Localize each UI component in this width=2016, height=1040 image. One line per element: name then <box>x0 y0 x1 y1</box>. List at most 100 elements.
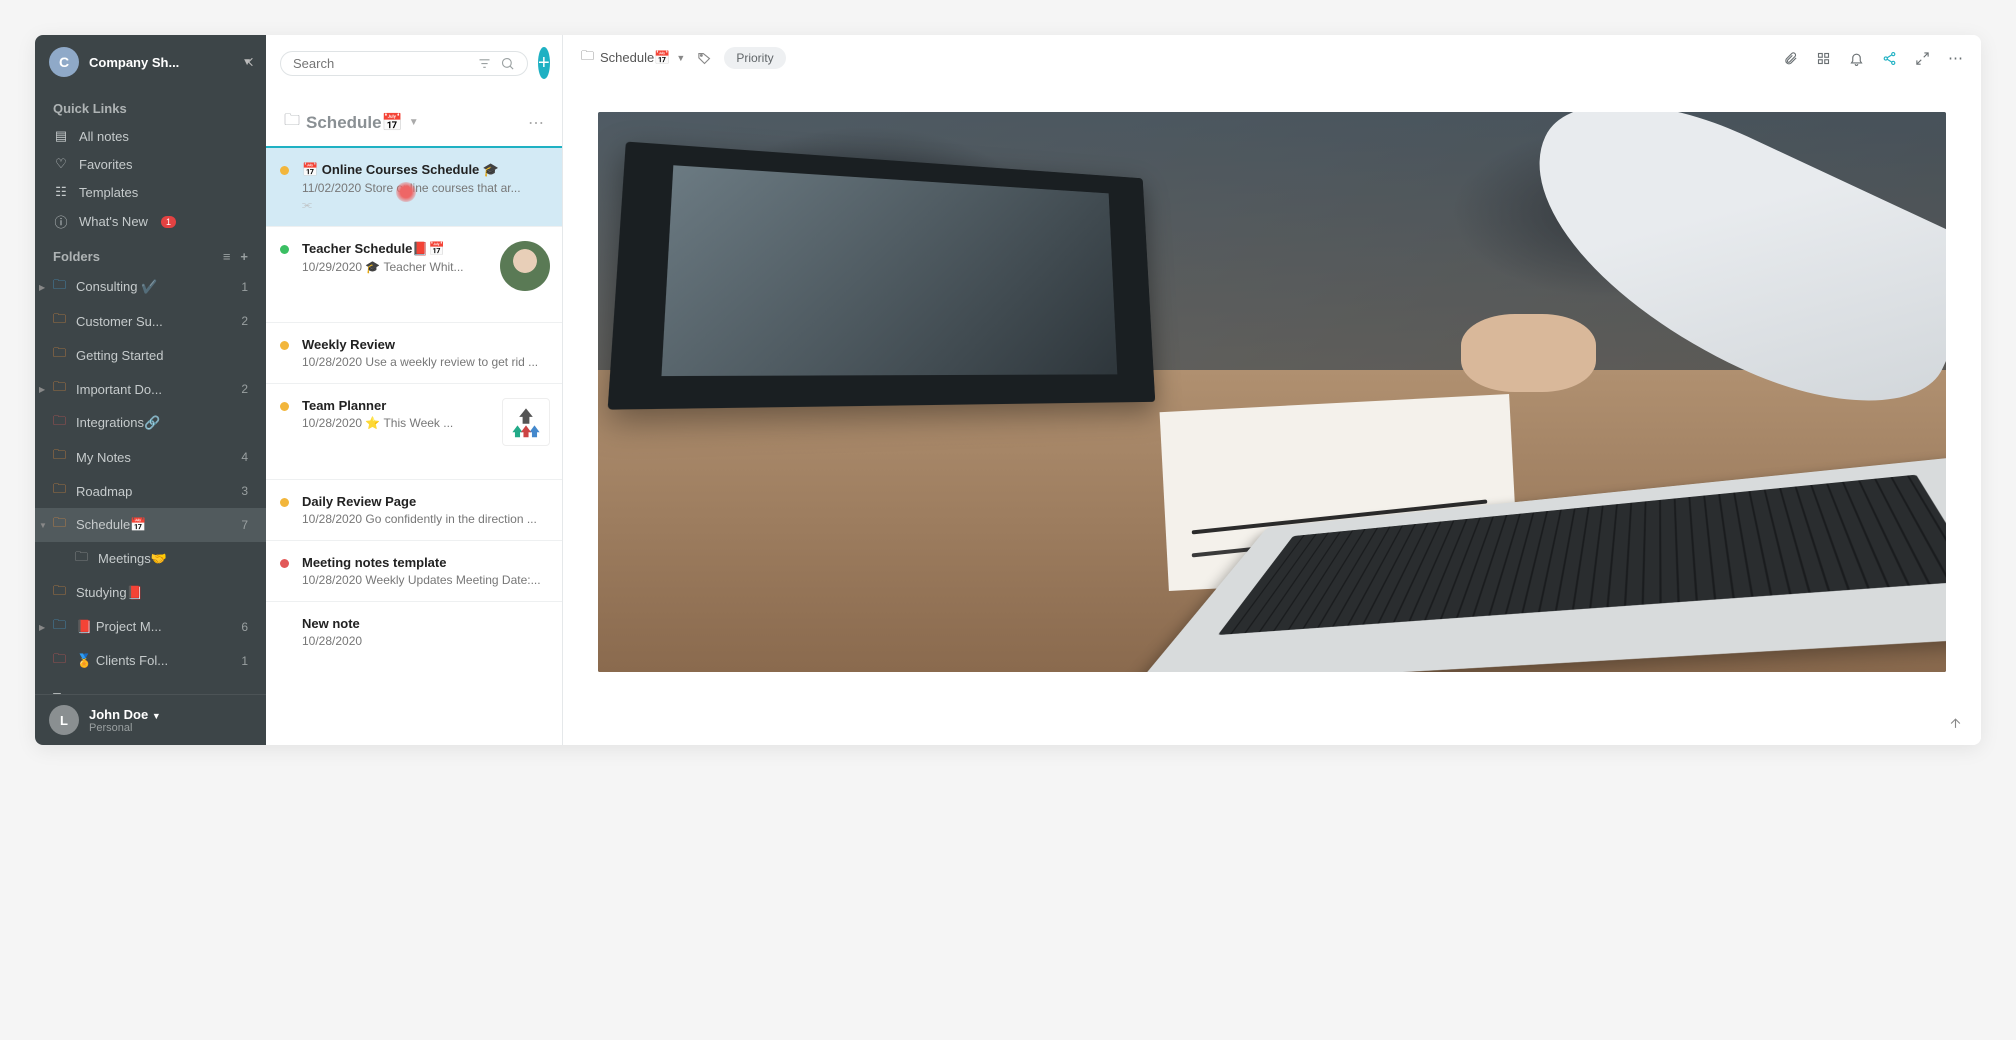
folder-count: 3 <box>241 484 248 498</box>
folder-count: 2 <box>241 314 248 328</box>
note-title: New note <box>302 616 546 631</box>
search-field[interactable] <box>280 51 528 76</box>
folder-schedule[interactable]: ▼ 🗀 Schedule📅 7 <box>35 508 266 542</box>
user-menu[interactable]: L John Doe ▼ Personal <box>35 694 266 745</box>
account-switcher[interactable]: C Company Sh... ▼ <box>35 35 266 89</box>
folder-count: 2 <box>241 382 248 396</box>
quick-links-header: Quick Links <box>35 89 266 122</box>
note-item-meeting-notes[interactable]: Meeting notes template 10/28/2020 Weekly… <box>266 541 562 602</box>
folder-roadmap[interactable]: 🗀 Roadmap 3 <box>35 474 266 508</box>
status-dot-icon <box>280 166 289 175</box>
quicklink-favorites[interactable]: ♡ Favorites <box>35 150 266 178</box>
folder-icon: 🗀 <box>53 378 66 400</box>
folder-my-notes[interactable]: 🗀 My Notes 4 <box>35 440 266 474</box>
note-thumbnail <box>500 241 550 291</box>
chevron-right-icon[interactable]: ▶ <box>39 283 45 292</box>
search-icon[interactable] <box>500 56 515 71</box>
note-meta: 10/28/2020 Weekly Updates Meeting Date:.… <box>302 573 546 587</box>
chevron-down-icon[interactable]: ▼ <box>39 521 47 530</box>
note-meta: 10/28/2020 Go confidently in the directi… <box>302 512 546 526</box>
chevron-down-icon[interactable]: ▼ <box>676 53 685 63</box>
app-window: C Company Sh... ▼ Quick Links ▤ All note… <box>35 35 1981 745</box>
folder-count: 4 <box>241 450 248 464</box>
collapse-sidebar-button[interactable] <box>243 55 258 70</box>
list-header[interactable]: 🗀 Schedule📅 ▼ ⋯ <box>266 91 562 146</box>
folder-label: Studying📕 <box>76 585 143 601</box>
folder-label: Roadmap <box>76 484 132 499</box>
content-panel: 🗀 Schedule📅 ▼ Priority ⋯ <box>563 35 1981 745</box>
chevron-right-icon[interactable]: ▶ <box>39 623 45 632</box>
chevron-down-icon[interactable]: ▼ <box>409 117 419 128</box>
priority-chip[interactable]: Priority <box>724 47 785 69</box>
status-dot-icon <box>280 498 289 507</box>
folder-count: 1 <box>241 654 248 668</box>
sort-icon[interactable]: ≡ <box>223 249 231 264</box>
more-icon[interactable]: ⋯ <box>528 113 544 133</box>
note-item-daily-review[interactable]: Daily Review Page 10/28/2020 Go confiden… <box>266 480 562 541</box>
folder-meetings[interactable]: 🗀 Meetings🤝 <box>35 542 266 576</box>
folder-consulting[interactable]: ▶ 🗀 Consulting ✔️ 1 <box>35 270 266 304</box>
search-input[interactable] <box>293 56 469 71</box>
note-icon: ▤ <box>53 128 69 144</box>
folder-integrations[interactable]: 🗀 Integrations🔗 <box>35 406 266 440</box>
note-meta: 10/28/2020 <box>302 634 546 648</box>
templates-icon: ☷ <box>53 184 69 200</box>
expand-icon[interactable] <box>1915 51 1930 66</box>
folder-icon: 🗀 <box>53 344 66 366</box>
grid-icon[interactable] <box>1816 51 1831 66</box>
note-item-weekly-review[interactable]: Weekly Review 10/28/2020 Use a weekly re… <box>266 323 562 384</box>
note-item-online-courses[interactable]: 📅 Online Courses Schedule 🎓 11/02/2020 S… <box>266 146 562 227</box>
note-meta: 11/02/2020 Store online courses that ar.… <box>302 181 546 195</box>
folder-icon: 🗀 <box>284 109 300 136</box>
content-toolbar: 🗀 Schedule📅 ▼ Priority ⋯ <box>563 35 1981 82</box>
folder-icon: 🗀 <box>53 582 66 604</box>
folder-customer-su[interactable]: 🗀 Customer Su... 2 <box>35 304 266 338</box>
note-item-new-note[interactable]: New note 10/28/2020 <box>266 602 562 662</box>
quicklink-whats-new[interactable]: ⓘ What's New 1 <box>35 206 266 237</box>
filter-icon[interactable] <box>477 56 492 71</box>
status-dot-icon <box>280 245 289 254</box>
tag-icon[interactable] <box>697 51 712 66</box>
note-body[interactable] <box>563 82 1981 745</box>
folder-icon: 🗀 <box>75 548 88 570</box>
note-title: Daily Review Page <box>302 494 546 509</box>
add-folder-icon[interactable]: + <box>240 249 248 264</box>
folder-label: Consulting ✔️ <box>76 279 157 295</box>
breadcrumb-label: Schedule <box>600 50 654 65</box>
quicklink-label: Templates <box>79 185 138 200</box>
quicklink-templates[interactable]: ☷ Templates <box>35 178 266 206</box>
chevron-right-icon[interactable]: ▶ <box>39 385 45 394</box>
bell-icon[interactable] <box>1849 51 1864 66</box>
note-item-team-planner[interactable]: Team Planner 10/28/2020 ⭐ This Week ... <box>266 384 562 480</box>
breadcrumb[interactable]: 🗀 Schedule📅 ▼ <box>581 47 685 69</box>
folder-project-m[interactable]: ▶ 🗀 📕 Project M... 6 <box>35 610 266 644</box>
folder-important-do[interactable]: ▶ 🗀 Important Do... 2 <box>35 372 266 406</box>
calendar-icon: 📅 <box>654 50 670 65</box>
user-avatar: L <box>49 705 79 735</box>
folder-studying[interactable]: 🗀 Studying📕 <box>35 576 266 610</box>
note-list[interactable]: 📅 Online Courses Schedule 🎓 11/02/2020 S… <box>266 146 562 745</box>
scroll-top-button[interactable] <box>1948 716 1963 731</box>
note-item-teacher-schedule[interactable]: Teacher Schedule📕📅 10/29/2020 🎓 Teacher … <box>266 227 562 323</box>
workspace-name: Company Sh... <box>89 55 232 70</box>
note-title: 📅 Online Courses Schedule 🎓 <box>302 162 546 178</box>
folder-label: Getting Started <box>76 348 163 363</box>
share-icon[interactable] <box>1882 51 1897 66</box>
folder-clients[interactable]: 🗀 🏅 Clients Fol... 1 <box>35 644 266 678</box>
quicklink-label: What's New <box>79 214 148 229</box>
note-thumbnail <box>502 398 550 446</box>
folder-icon: 🗀 <box>53 480 66 502</box>
folder-label: Schedule📅 <box>76 517 146 533</box>
more-icon[interactable]: ⋯ <box>1948 49 1963 67</box>
quicklink-all-notes[interactable]: ▤ All notes <box>35 122 266 150</box>
calendar-icon: 📅 <box>382 113 403 132</box>
folder-icon: 🗀 <box>53 514 66 536</box>
new-note-button[interactable]: + <box>538 47 550 79</box>
list-title: Schedule <box>306 113 382 132</box>
folder-icon: 🗀 <box>53 650 66 672</box>
tags-header: Tags + <box>35 678 266 694</box>
attachment-icon[interactable] <box>1783 51 1798 66</box>
folder-icon: 🗀 <box>581 47 594 69</box>
folder-label: My Notes <box>76 450 131 465</box>
folder-getting-started[interactable]: 🗀 Getting Started <box>35 338 266 372</box>
